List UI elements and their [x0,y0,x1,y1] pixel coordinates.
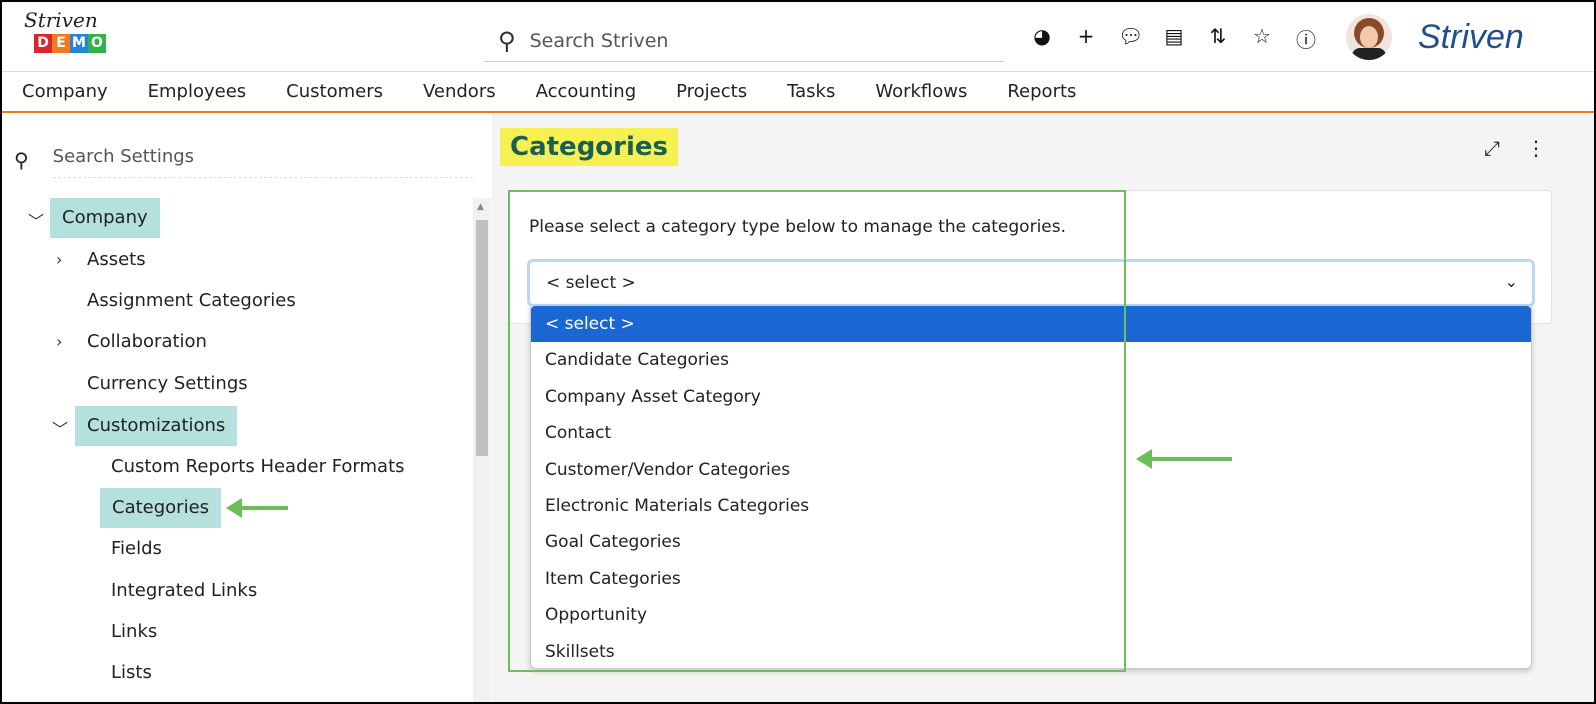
annotation-arrow [1136,449,1232,469]
tree-item-fields[interactable]: Fields [111,529,162,569]
tree-item-custom-reports-header-formats[interactable]: Custom Reports Header Formats [111,447,405,487]
brand-logo: Striven [1418,18,1524,56]
tree-item-assets[interactable]: Assets [87,240,146,280]
scrollbar-thumb[interactable] [476,220,488,456]
avatar[interactable] [1346,14,1392,60]
sort-icon[interactable]: ⇅ [1206,24,1230,53]
header: Striven D E M O ⚲ Search Striven ◕ + 💬︎ … [0,0,1596,72]
settings-search[interactable]: ⚲ Search Settings [14,142,473,178]
tree-item-collaboration[interactable]: Collaboration [87,322,207,362]
nav-vendors[interactable]: Vendors [423,72,496,111]
tree-item-links[interactable]: Links [111,612,157,652]
nav-customers[interactable]: Customers [286,72,383,111]
tree-item-integrated-links[interactable]: Integrated Links [111,571,257,611]
tree-item-currency-settings[interactable]: Currency Settings [87,364,248,404]
dashboard-icon[interactable]: ◕ [1030,24,1054,53]
scroll-up-icon[interactable]: ▲ [477,202,484,212]
annotation-highlight-box [508,190,1126,672]
search-icon: ⚲ [14,148,29,172]
tree-item-company[interactable]: Company [50,198,160,238]
logo-letter: D [34,34,52,53]
expand-icon[interactable]: ⤢ [1484,136,1500,160]
global-search-input[interactable]: ⚲ Search Striven [484,20,1004,62]
tree-item-customizations[interactable]: Customizations [75,406,238,446]
nav-workflows[interactable]: Workflows [875,72,967,111]
star-icon[interactable]: ☆ [1250,24,1274,53]
page-title: Categories [500,128,679,166]
logo-letter: E [52,34,70,53]
demo-logo[interactable]: Striven D E M O [24,8,106,53]
logo-letter: O [88,34,106,53]
nav-employees[interactable]: Employees [148,72,247,111]
chevron-right-icon[interactable]: › [56,250,62,269]
nav-tasks[interactable]: Tasks [787,72,835,111]
help-icon[interactable]: ⓘ [1294,24,1318,53]
plus-icon[interactable]: + [1074,24,1098,53]
logo-letter: M [70,34,88,53]
nav-projects[interactable]: Projects [676,72,747,111]
chevron-down-icon[interactable]: ﹀ [52,416,68,440]
logo-script: Striven [24,8,98,32]
sidebar-scrollbar[interactable]: ▲ [473,198,491,704]
tree-item-lists[interactable]: Lists [111,653,152,693]
search-icon: ⚲ [498,26,516,55]
tree-item-categories[interactable]: Categories [100,488,222,528]
main-nav: Company Employees Customers Vendors Acco… [0,72,1596,113]
chevron-down-icon: ⌄ [1504,272,1518,291]
chevron-right-icon[interactable]: › [56,332,62,351]
nav-company[interactable]: Company [22,72,108,111]
settings-sidebar: ⚲ Search Settings ﹀ Company › Assets Ass… [0,114,492,704]
news-icon[interactable]: ▤ [1162,24,1186,53]
chat-icon[interactable]: 💬︎ [1118,24,1143,53]
search-placeholder: Search Striven [529,29,669,52]
chevron-down-icon[interactable]: ﹀ [28,208,44,232]
tree-item-assignment-categories[interactable]: Assignment Categories [87,281,296,321]
annotation-arrow [226,498,288,518]
settings-search-input[interactable]: Search Settings [52,142,473,178]
more-options-icon[interactable]: ⋮ [1526,136,1546,160]
nav-reports[interactable]: Reports [1007,72,1076,111]
nav-accounting[interactable]: Accounting [536,72,637,111]
